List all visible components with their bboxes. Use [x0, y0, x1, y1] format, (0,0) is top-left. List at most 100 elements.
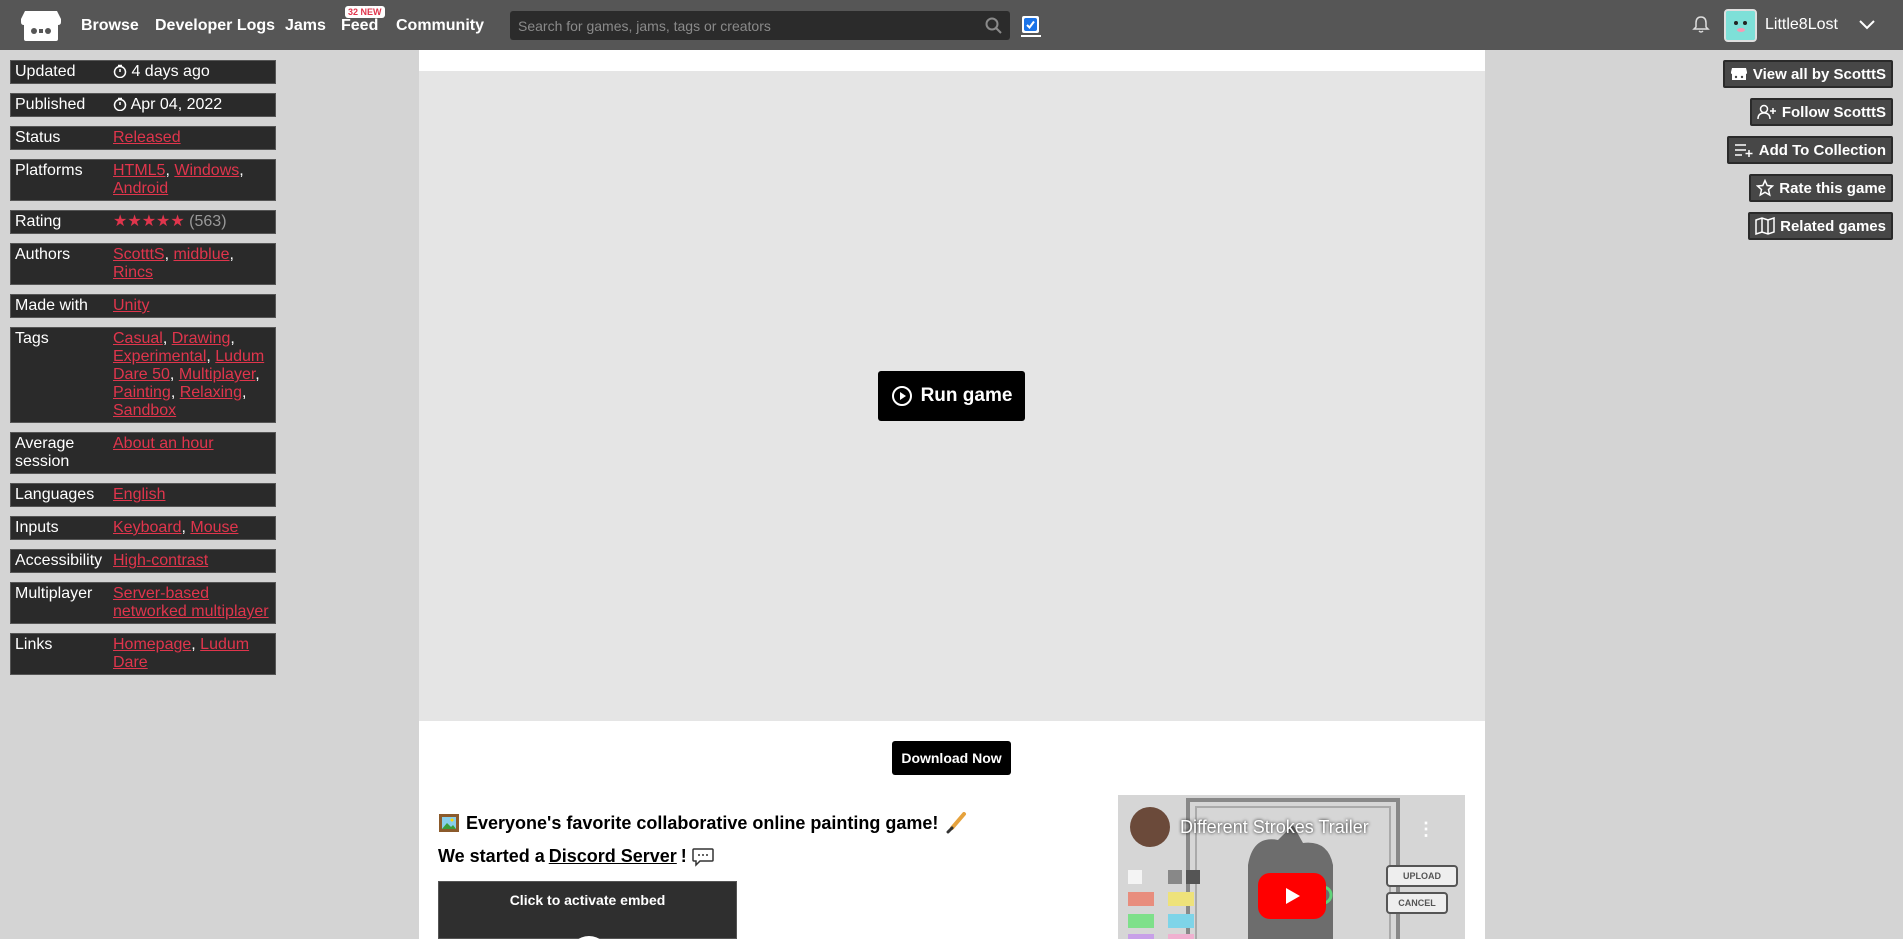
info-row-platforms: Platforms HTML5, Windows, Android: [10, 159, 276, 201]
avatar[interactable]: [1724, 9, 1757, 42]
tag-link[interactable]: Casual: [113, 330, 163, 347]
platform-link[interactable]: Windows: [174, 162, 239, 179]
info-key: Accessibility: [15, 552, 103, 569]
star-icon: ★★★★★: [113, 213, 185, 230]
info-key: Inputs: [15, 519, 59, 536]
info-row-accessibility: Accessibility High-contrast: [10, 549, 276, 573]
embed-activate-label: Click to activate embed: [509, 892, 666, 908]
author-link[interactable]: ScotttS: [113, 246, 165, 263]
engine-link[interactable]: Unity: [113, 297, 149, 314]
description-discord: We started a Discord Server!: [438, 846, 715, 867]
description-line2-prefix: We started a: [438, 846, 545, 866]
more-vert-icon[interactable]: ⋮: [1417, 819, 1435, 840]
checkbox-toggle[interactable]: [1022, 16, 1039, 33]
discord-embed[interactable]: Click to activate embed: [438, 881, 737, 939]
speech-bubble-icon: [692, 847, 714, 867]
map-icon: [1755, 217, 1775, 235]
feed-new-badge: 32 NEW: [345, 6, 385, 18]
view-all-by-author-button[interactable]: View all by ScotttS: [1722, 60, 1893, 88]
info-row-rating: Rating ★★★★★ (563): [10, 210, 276, 234]
play-circle-icon: [891, 386, 912, 406]
download-now-button[interactable]: Download Now: [892, 741, 1011, 775]
user-plus-icon: [1757, 104, 1776, 120]
description-line1: Everyone's favorite collaborative online…: [466, 812, 939, 833]
game-embed-frame[interactable]: Run game: [419, 71, 1485, 721]
clock-icon: [113, 64, 127, 79]
chevron-down-icon[interactable]: [1858, 17, 1876, 31]
session-link[interactable]: About an hour: [113, 435, 214, 452]
search-box: [510, 11, 1010, 40]
game-info-panel: Updated 4 days ago Published Apr 04, 202…: [10, 60, 276, 684]
rating-stars[interactable]: ★★★★★ (563): [113, 213, 271, 231]
youtube-play-button[interactable]: [1258, 873, 1326, 919]
info-row-average-session: Average session About an hour: [10, 432, 276, 474]
info-row-updated: Updated 4 days ago: [10, 60, 276, 84]
info-row-status: Status Released: [10, 126, 276, 150]
info-key: Authors: [15, 246, 71, 263]
tag-link[interactable]: Drawing: [172, 330, 231, 347]
external-link[interactable]: Homepage: [113, 636, 191, 653]
check-icon: [1024, 18, 1037, 31]
info-key: Multiplayer: [15, 585, 93, 602]
search-input[interactable]: [518, 11, 978, 40]
info-key: Average session: [15, 435, 75, 470]
itchio-logo-icon[interactable]: [20, 7, 62, 43]
platform-link[interactable]: Android: [113, 180, 168, 197]
discord-server-link[interactable]: Discord Server: [549, 846, 677, 867]
status-link[interactable]: Released: [113, 129, 181, 146]
info-published-value: Apr 04, 2022: [130, 96, 223, 113]
video-upload-label: UPLOAD: [1386, 865, 1458, 887]
add-to-collection-button[interactable]: Add To Collection: [1726, 136, 1893, 164]
nav-browse[interactable]: Browse: [81, 0, 139, 50]
view-all-label: View all by ScotttS: [1752, 65, 1886, 83]
related-label: Related games: [1780, 217, 1886, 235]
info-row-links: Links Homepage, Ludum Dare: [10, 633, 276, 675]
add-collection-label: Add To Collection: [1758, 141, 1886, 159]
input-link[interactable]: Mouse: [190, 519, 238, 536]
info-key: Rating: [15, 213, 62, 230]
play-icon: [1286, 888, 1300, 904]
related-games-button[interactable]: Related games: [1748, 212, 1893, 240]
follow-label: Follow ScotttS: [1781, 103, 1886, 121]
top-nav: Browse Developer Logs Jams Feed 32 NEW C…: [0, 0, 1903, 50]
tag-link[interactable]: Multiplayer: [179, 366, 255, 383]
author-link[interactable]: Rincs: [113, 264, 153, 281]
channel-avatar[interactable]: [1130, 807, 1170, 847]
language-link[interactable]: English: [113, 486, 165, 503]
info-key: Published: [15, 96, 86, 113]
info-key: Platforms: [15, 162, 83, 179]
game-page-main: Run game Download Now Everyone's favorit…: [419, 50, 1485, 939]
author-link[interactable]: midblue: [173, 246, 229, 263]
video-title[interactable]: Different Strokes Trailer: [1180, 817, 1369, 838]
nav-jams[interactable]: Jams: [285, 0, 326, 50]
tag-link[interactable]: Relaxing: [180, 384, 242, 401]
tag-link[interactable]: Painting: [113, 384, 171, 401]
info-row-languages: Languages English: [10, 483, 276, 507]
search-icon[interactable]: [985, 17, 1002, 34]
info-row-multiplayer: Multiplayer Server-based networked multi…: [10, 582, 276, 624]
nav-community[interactable]: Community: [396, 0, 484, 50]
info-key: Made with: [15, 297, 88, 314]
input-link[interactable]: Keyboard: [113, 519, 182, 536]
nav-developer-logs[interactable]: Developer Logs: [155, 0, 275, 50]
accessibility-link[interactable]: High-contrast: [113, 552, 208, 569]
tag-link[interactable]: Sandbox: [113, 402, 176, 419]
username[interactable]: Little8Lost: [1765, 16, 1838, 34]
follow-author-button[interactable]: Follow ScotttS: [1749, 98, 1893, 126]
run-game-button[interactable]: Run game: [878, 371, 1025, 421]
platform-link[interactable]: HTML5: [113, 162, 165, 179]
info-key: Status: [15, 129, 61, 146]
youtube-video-embed[interactable]: UPLOAD CANCEL Different Strokes Trailer …: [1118, 795, 1465, 939]
multiplayer-link[interactable]: Server-based networked multiplayer: [113, 585, 269, 620]
bell-icon[interactable]: [1691, 14, 1711, 34]
tag-link[interactable]: Experimental: [113, 348, 206, 365]
info-key: Links: [15, 636, 53, 653]
rate-game-button[interactable]: Rate this game: [1749, 174, 1893, 202]
framed-picture-icon: [439, 814, 459, 832]
info-row-made-with: Made with Unity: [10, 294, 276, 318]
avatar-image-icon: [1726, 11, 1755, 40]
paintbrush-icon: [946, 812, 967, 834]
video-cancel-label: CANCEL: [1386, 892, 1448, 914]
info-key: Updated: [15, 63, 76, 80]
rate-label: Rate this game: [1779, 179, 1886, 197]
